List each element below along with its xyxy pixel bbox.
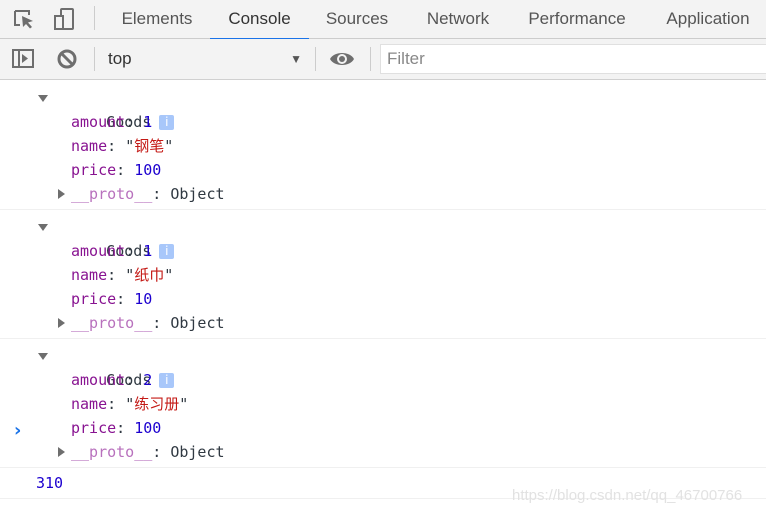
console-message: Goods i amount: 1 name: "钢笔" price: 100 _… xyxy=(0,81,766,210)
property-value: 钢笔 xyxy=(134,137,165,155)
toolbar-divider xyxy=(370,47,371,71)
tab-elements[interactable]: Elements xyxy=(110,0,204,39)
device-toolbar-icon[interactable] xyxy=(52,6,76,32)
toolbar-divider xyxy=(315,47,316,71)
dropdown-caret-icon: ▼ xyxy=(290,52,302,66)
tab-application[interactable]: Application xyxy=(652,0,764,39)
object-header[interactable]: Goods i xyxy=(0,215,766,260)
property-key: name xyxy=(71,395,108,413)
property-key: price xyxy=(71,290,117,308)
proto-property[interactable]: __proto__: Object xyxy=(0,440,766,464)
expand-triangle-icon[interactable] xyxy=(38,224,48,231)
property-key: price xyxy=(71,419,117,437)
tab-console[interactable]: Console xyxy=(210,0,309,40)
property-key: amount xyxy=(71,242,126,260)
property-key: name xyxy=(71,266,108,284)
object-property: price: 100 xyxy=(71,419,162,437)
inspect-element-icon[interactable] xyxy=(12,6,36,32)
property-value: 100 xyxy=(134,161,162,179)
toolbar-divider xyxy=(94,47,95,71)
property-value: 练习册 xyxy=(134,395,180,413)
tab-performance[interactable]: Performance xyxy=(518,0,636,39)
show-sidebar-icon[interactable] xyxy=(11,47,35,73)
filter-input[interactable] xyxy=(380,44,766,74)
property-value: 纸巾 xyxy=(134,266,165,284)
toolbar-divider xyxy=(94,6,95,30)
property-key: name xyxy=(71,137,108,155)
property-value: 100 xyxy=(134,419,162,437)
expand-triangle-icon[interactable] xyxy=(38,95,48,102)
object-property: name: "练习册" xyxy=(71,395,189,413)
property-key: amount xyxy=(71,113,126,131)
collapse-triangle-icon[interactable] xyxy=(58,189,65,199)
console-message: Goods i amount: 1 name: "纸巾" price: 10 __… xyxy=(0,210,766,339)
tab-network[interactable]: Network xyxy=(414,0,502,39)
proto-value: Object xyxy=(170,185,225,203)
property-value: 2 xyxy=(143,371,153,389)
property-key: price xyxy=(71,161,117,179)
proto-property[interactable]: __proto__: Object xyxy=(0,182,766,206)
object-property: amount: 2 xyxy=(71,371,153,389)
object-property: price: 10 xyxy=(71,290,153,308)
property-value: 1 xyxy=(143,113,153,131)
object-property: price: 100 xyxy=(71,161,162,179)
property-value: 10 xyxy=(134,290,153,308)
collapse-triangle-icon[interactable] xyxy=(58,318,65,328)
console-prompt-icon[interactable]: › xyxy=(14,420,21,441)
proto-key: __proto__ xyxy=(71,314,153,332)
proto-value: Object xyxy=(170,314,225,332)
context-value: top xyxy=(108,49,132,68)
object-property: name: "纸巾" xyxy=(71,266,174,284)
property-value: 1 xyxy=(143,242,153,260)
clear-console-icon[interactable] xyxy=(55,47,79,73)
console-message: Goods i amount: 2 name: "练习册" price: 100 … xyxy=(0,339,766,468)
object-header[interactable]: Goods i xyxy=(0,86,766,131)
devtools-tab-bar: Elements Console Sources Network Perform… xyxy=(0,0,766,40)
property-key: amount xyxy=(71,371,126,389)
tab-sources[interactable]: Sources xyxy=(316,0,398,39)
context-selector[interactable]: top ▼ xyxy=(98,45,310,73)
proto-property[interactable]: __proto__: Object xyxy=(0,311,766,335)
object-property: amount: 1 xyxy=(71,242,153,260)
object-property: amount: 1 xyxy=(71,113,153,131)
console-output: Goods i amount: 1 name: "钢笔" price: 100 _… xyxy=(0,81,766,516)
object-property: name: "钢笔" xyxy=(71,137,174,155)
live-expression-icon[interactable] xyxy=(329,47,354,73)
proto-value: Object xyxy=(170,443,225,461)
expand-triangle-icon[interactable] xyxy=(38,353,48,360)
watermark: https://blog.csdn.net/qq_46700766 xyxy=(512,487,743,504)
proto-key: __proto__ xyxy=(71,185,153,203)
proto-key: __proto__ xyxy=(71,443,153,461)
collapse-triangle-icon[interactable] xyxy=(58,447,65,457)
object-header[interactable]: Goods i xyxy=(0,344,766,389)
